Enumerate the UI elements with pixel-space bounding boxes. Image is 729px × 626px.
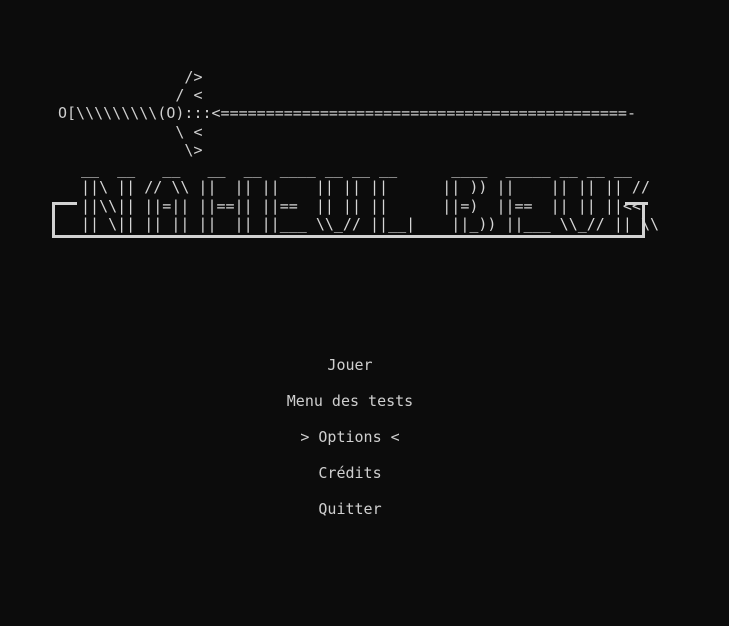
main-menu: Jouer Menu des tests > Options < Crédits… bbox=[0, 355, 700, 535]
game-title-ascii-banner: __ __ __ __ __ ____ __ __ __ ____ _____ … bbox=[81, 160, 659, 233]
menu-item-options-selected[interactable]: > Options < bbox=[0, 427, 700, 463]
menu-item-credits[interactable]: Crédits bbox=[0, 463, 700, 499]
menu-item-menu-des-tests[interactable]: Menu des tests bbox=[0, 391, 700, 427]
sword-ascii-art: /> / < O[\\\\\\\\\(O):::<===============… bbox=[58, 68, 636, 159]
menu-item-jouer[interactable]: Jouer bbox=[0, 355, 700, 391]
menu-item-quitter[interactable]: Quitter bbox=[0, 499, 700, 535]
